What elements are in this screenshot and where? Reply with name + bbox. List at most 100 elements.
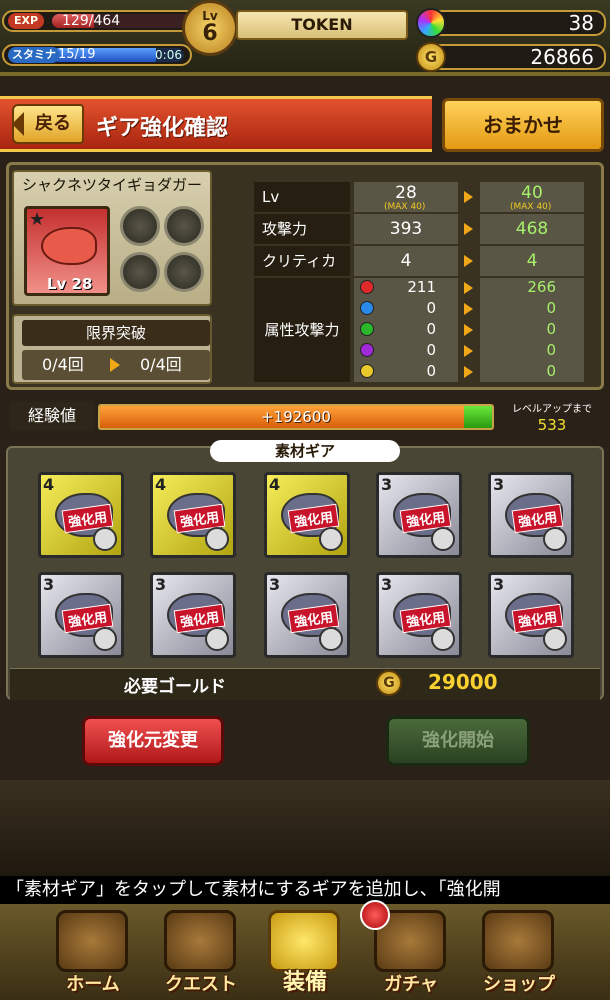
material-gear-item[interactable]: 3 強化用: [150, 572, 236, 658]
gold-coin-icon: G: [416, 42, 446, 72]
rarity-star-icon: 3: [493, 475, 505, 494]
stat-label-critical: クリティカル: [254, 246, 350, 300]
stat-current-attack: 393: [354, 214, 458, 244]
exp-tag: EXP: [8, 13, 45, 29]
back-button-label: 戻る: [35, 113, 71, 134]
stat-current-critical: 4: [354, 246, 458, 276]
nav-label: ホーム: [66, 974, 120, 995]
gem-icon: [416, 8, 446, 38]
gold-required-value: 29000: [428, 670, 498, 694]
auto-select-button[interactable]: おまかせ: [442, 98, 604, 152]
stat-new-lv-value: 40: [521, 183, 543, 203]
attr-current-wind: 0: [426, 320, 436, 338]
stat-new-critical: 4: [480, 246, 584, 276]
player-level-value: 6: [202, 21, 218, 46]
gear-thumbnail[interactable]: ★ Lv 28: [24, 206, 110, 296]
material-gear-item[interactable]: 4 強化用: [264, 472, 350, 558]
arrow-right-icon: [110, 358, 120, 372]
stamina-tag: スタミナ: [8, 47, 60, 63]
token-button[interactable]: TOKEN: [236, 10, 408, 40]
stat-label-lv: Lv: [254, 182, 350, 212]
nav-item[interactable]: ショップ: [476, 910, 562, 996]
tool-icon: [205, 627, 229, 651]
tool-icon: [431, 527, 455, 551]
rarity-star-icon: 3: [43, 575, 55, 594]
stat-current-lv-value: 28: [395, 183, 417, 203]
attr-current-fire: 211: [407, 278, 436, 296]
stat-new-max-note: (MAX 40): [510, 202, 552, 212]
material-gear-item[interactable]: 3 強化用: [264, 572, 350, 658]
rarity-star-icon: 4: [269, 475, 281, 494]
rarity-star-icon: 3: [381, 475, 393, 494]
water-orb-icon: [360, 301, 374, 315]
gold-coin-icon: G: [376, 670, 402, 696]
rarity-star-icon: 3: [269, 575, 281, 594]
back-button[interactable]: 戻る: [12, 104, 84, 144]
player-level-badge: Lv 6: [182, 0, 238, 56]
material-gear-item[interactable]: 3 強化用: [488, 472, 574, 558]
notification-badge: [360, 900, 390, 930]
gear-slot[interactable]: [120, 252, 160, 292]
arrow-right-icon: [464, 345, 473, 357]
shop-icon: [482, 910, 554, 972]
gear-name: シャクネツタイギョダガー: [22, 176, 203, 194]
rarity-star-icon: 4: [43, 475, 55, 494]
tool-icon: [431, 627, 455, 651]
exp-gauge: EXP 129/464: [2, 10, 212, 32]
material-gear-item[interactable]: 3 強化用: [376, 572, 462, 658]
stamina-text: 15/19: [58, 47, 96, 62]
gold-required-label: 必要ゴールド: [124, 677, 226, 697]
limit-break-row: 0/4回 0/4回: [22, 350, 210, 380]
nav-item[interactable]: ホーム: [50, 910, 136, 996]
level-up-value: 533: [537, 416, 567, 434]
tool-icon: [93, 527, 117, 551]
arrow-right-icon: [464, 191, 473, 203]
fire-orb-icon: [360, 280, 374, 294]
attr-new-dark: 0: [546, 341, 556, 359]
tool-icon: [319, 527, 343, 551]
stat-label-attack: 攻撃力: [254, 214, 350, 244]
rarity-star-icon: 3: [493, 575, 505, 594]
material-gear-item[interactable]: 3 強化用: [488, 572, 574, 658]
material-title: 素材ギア: [210, 440, 400, 462]
stamina-timer: 0:06: [155, 48, 182, 62]
gear-slot[interactable]: [120, 206, 160, 246]
gear-slot[interactable]: [164, 252, 204, 292]
attr-current-water: 0: [426, 299, 436, 317]
stamina-gauge: スタミナ 15/19 0:06: [2, 44, 192, 66]
stat-new-attack: 468: [480, 214, 584, 244]
start-enhance-button[interactable]: 強化開始: [386, 716, 530, 766]
gear-level: Lv 28: [47, 275, 93, 293]
nav-label: 装備: [282, 970, 327, 995]
attr-new-light: 0: [546, 362, 556, 380]
nav-item[interactable]: 装備: [262, 910, 348, 996]
change-base-gear-button[interactable]: 強化元変更: [82, 716, 224, 766]
gear-slot[interactable]: [164, 206, 204, 246]
arrow-right-icon: [464, 255, 473, 267]
light-orb-icon: [360, 364, 374, 378]
material-gear-item[interactable]: 4 強化用: [38, 472, 124, 558]
stat-current-max-note: (MAX 40): [384, 202, 426, 212]
gem-counter[interactable]: 38: [416, 8, 606, 38]
arrow-right-icon: [464, 324, 473, 336]
attr-new-wind: 0: [546, 320, 556, 338]
limit-break-after: 0/4回: [140, 355, 182, 374]
back-arrow-icon: [12, 112, 24, 136]
arrow-right-icon: [464, 303, 473, 315]
material-gear-item[interactable]: 4 強化用: [150, 472, 236, 558]
limit-break-current: 0/4回: [42, 355, 84, 374]
attr-new-water: 0: [546, 299, 556, 317]
experience-label: 経験値: [10, 402, 94, 430]
tool-icon: [319, 627, 343, 651]
rarity-star-icon: 3: [381, 575, 393, 594]
exp-text: 129/464: [62, 13, 121, 29]
rarity-star-icon: ★: [29, 209, 46, 230]
material-gear-item[interactable]: 3 強化用: [376, 472, 462, 558]
experience-gain-value: +192600: [261, 408, 331, 426]
wind-orb-icon: [360, 322, 374, 336]
experience-gain-bar: +192600: [98, 404, 494, 430]
nav-item[interactable]: クエスト: [158, 910, 244, 996]
material-gear-item[interactable]: 3 強化用: [38, 572, 124, 658]
arrow-right-icon: [464, 223, 473, 235]
nav-label: ガチャ: [384, 974, 438, 995]
